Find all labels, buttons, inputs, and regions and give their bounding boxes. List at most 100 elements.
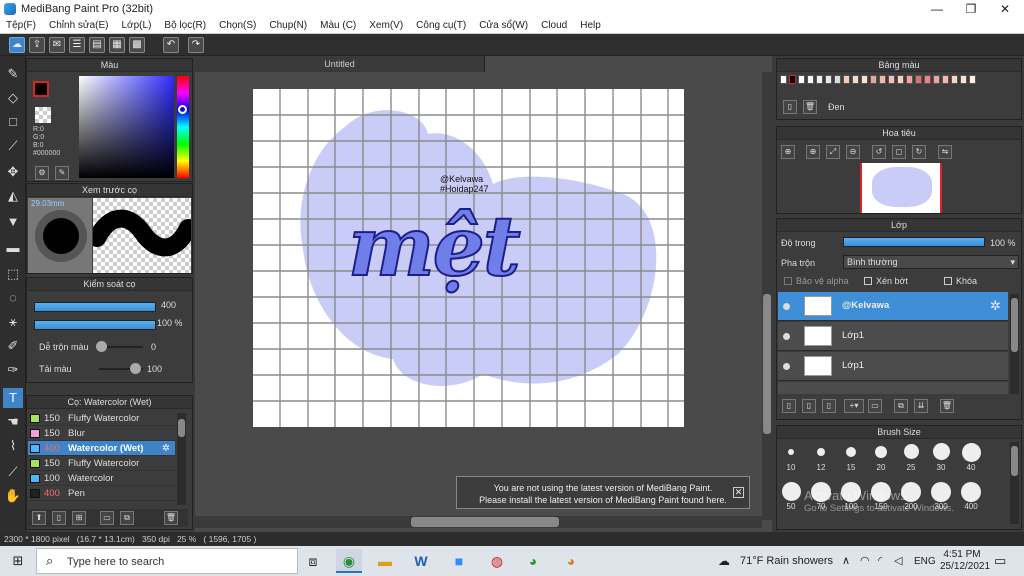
primary-color-swatch[interactable] <box>33 81 49 97</box>
palette-swatch[interactable] <box>888 75 895 84</box>
palette-swatch[interactable] <box>924 75 931 84</box>
layer-row-lop1[interactable]: Lớp1 <box>778 322 1008 351</box>
share-icon[interactable]: ⇪ <box>29 37 45 53</box>
navigator-thumbnail[interactable] <box>860 163 942 213</box>
size-10[interactable]: 10 <box>781 446 801 472</box>
palette-swatch[interactable] <box>951 75 958 84</box>
reload-slider-handle[interactable] <box>130 363 141 374</box>
zoom-in-icon[interactable]: ⊕ <box>781 145 795 159</box>
layer-new-icon[interactable]: ▯ <box>782 399 796 413</box>
menu-window[interactable]: Cửa sổ(W) <box>479 20 528 31</box>
chrome-icon[interactable]: ◕ <box>520 549 546 573</box>
brush-item-blur[interactable]: 150 Blur <box>28 426 175 441</box>
layer-folder-icon[interactable]: ▭ <box>868 399 882 413</box>
fill-tool-icon[interactable]: ◭ <box>3 186 23 206</box>
select-eraser-icon[interactable]: ✑ <box>3 360 23 380</box>
drawing-canvas[interactable]: @Kelvawa #Hoidap247 mệt <box>253 89 684 427</box>
text-tool-icon[interactable]: T <box>3 388 23 408</box>
menu-file[interactable]: Tệp(F) <box>6 20 36 31</box>
layer-merge-icon[interactable]: ⇊ <box>914 399 928 413</box>
bucket-tool-icon[interactable]: ▼ <box>3 212 23 232</box>
brush-settings-icon[interactable]: ✲ <box>162 441 170 456</box>
brush-size-scrollbar[interactable] <box>1010 442 1019 524</box>
redo-icon[interactable]: ↷ <box>188 37 204 53</box>
palette-swatch[interactable] <box>843 75 850 84</box>
zoom-app-icon[interactable]: ■ <box>446 549 472 573</box>
grid-icon[interactable]: ▦ <box>109 37 125 53</box>
zoom-out-icon[interactable]: ⊖ <box>846 145 860 159</box>
brush-size-slider[interactable] <box>34 302 156 312</box>
panel-divider-icon[interactable]: ⟋ <box>3 462 23 482</box>
menu-cloud[interactable]: Cloud <box>541 20 567 31</box>
minimize-button[interactable]: — <box>920 0 954 17</box>
layer-blend-select[interactable]: Bình thường ▾ <box>843 255 1019 269</box>
windows-start-icon[interactable]: ⊞ <box>5 549 31 573</box>
size-30[interactable]: 30 <box>931 443 951 472</box>
tray-chevron-icon[interactable]: ∧ <box>842 554 850 567</box>
file-explorer-icon[interactable]: ▬ <box>372 549 398 573</box>
menu-layer[interactable]: Lớp(L) <box>122 20 152 31</box>
tiles-icon[interactable]: ▩ <box>129 37 145 53</box>
palette-swatch[interactable] <box>780 75 787 84</box>
palette-swatch[interactable] <box>807 75 814 84</box>
palette-swatch[interactable] <box>933 75 940 84</box>
menu-help[interactable]: Help <box>580 20 601 31</box>
menu-view[interactable]: Xem(V) <box>369 20 403 31</box>
zoom-in-2-icon[interactable]: ⊕ <box>806 145 820 159</box>
palette-swatch[interactable] <box>852 75 859 84</box>
brush-item-watercolor[interactable]: 100 Watercolor <box>28 471 175 486</box>
layer-opacity-slider[interactable] <box>843 237 985 247</box>
canvas-horizontal-scrollbar[interactable] <box>195 516 762 528</box>
reset-view-icon[interactable]: ◻ <box>892 145 906 159</box>
maximize-button[interactable]: ❐ <box>954 0 988 17</box>
layer-visibility-icon[interactable] <box>783 363 790 370</box>
move-tool-icon[interactable]: ✥ <box>3 162 23 182</box>
palette-swatch[interactable] <box>969 75 976 84</box>
blend-slider-handle[interactable] <box>96 341 107 352</box>
palette-swatch[interactable] <box>915 75 922 84</box>
palette-swatch-black[interactable] <box>789 75 796 84</box>
palette-swatch[interactable] <box>834 75 841 84</box>
size-400[interactable]: 400 <box>961 482 981 511</box>
brush-opacity-slider[interactable] <box>34 320 156 330</box>
notification-close-icon[interactable]: ✕ <box>733 487 744 498</box>
hand-tool-icon[interactable]: ✋ <box>3 486 23 506</box>
word-app-icon[interactable]: W <box>408 549 434 573</box>
chrome-profile-icon[interactable]: ◕ <box>558 549 584 573</box>
close-button[interactable]: ✕ <box>988 0 1022 17</box>
layer-settings-icon[interactable]: ✲ <box>990 298 1001 314</box>
canvas-vertical-scrollbar[interactable] <box>762 72 772 520</box>
fit-screen-icon[interactable]: ⤢ <box>826 145 840 159</box>
rotate-left-icon[interactable]: ↺ <box>872 145 886 159</box>
saturation-value-picker[interactable] <box>79 76 174 178</box>
menu-capture[interactable]: Chụp(N) <box>269 20 307 31</box>
layer-scrollbar[interactable] <box>1010 294 1019 394</box>
layer-visibility-icon[interactable] <box>783 303 790 310</box>
eraser-tool-icon[interactable]: ◇ <box>3 88 23 108</box>
update-notification[interactable]: You are not using the latest version of … <box>456 476 750 509</box>
palette-swatch[interactable] <box>942 75 949 84</box>
undo-icon[interactable]: ↶ <box>163 37 179 53</box>
size-20[interactable]: 20 <box>871 446 891 472</box>
flip-icon[interactable]: ⇋ <box>938 145 952 159</box>
size-40[interactable]: 40 <box>961 443 981 472</box>
protect-alpha-checkbox[interactable] <box>784 277 792 285</box>
eyedropper-icon[interactable]: ⌇ <box>3 436 23 456</box>
palette-swatch[interactable] <box>879 75 886 84</box>
palette-swatch[interactable] <box>825 75 832 84</box>
page-icon[interactable]: ▤ <box>89 37 105 53</box>
lock-checkbox[interactable] <box>944 277 952 285</box>
language-indicator[interactable]: ENG <box>914 556 936 567</box>
menu-edit[interactable]: Chỉnh sửa(E) <box>49 20 109 31</box>
shape-tool-icon[interactable]: □ <box>3 112 23 132</box>
layer-row-lop1-2[interactable]: Lớp1 <box>778 352 1008 381</box>
brush-item-fluffy-watercolor-2[interactable]: 150 Fluffy Watercolor <box>28 456 175 471</box>
brush-delete-icon[interactable]: 🗑 <box>164 511 178 525</box>
size-12[interactable]: 12 <box>811 446 831 472</box>
brush-import-icon[interactable]: ⊞ <box>72 511 86 525</box>
clock[interactable]: 4:51 PM 25/12/2021 <box>940 549 990 573</box>
chat-icon[interactable]: ☰ <box>69 37 85 53</box>
palette-swatch[interactable] <box>798 75 805 84</box>
cloud-icon[interactable]: ☁ <box>9 37 25 53</box>
palette-add-icon[interactable]: ▯ <box>783 100 797 114</box>
